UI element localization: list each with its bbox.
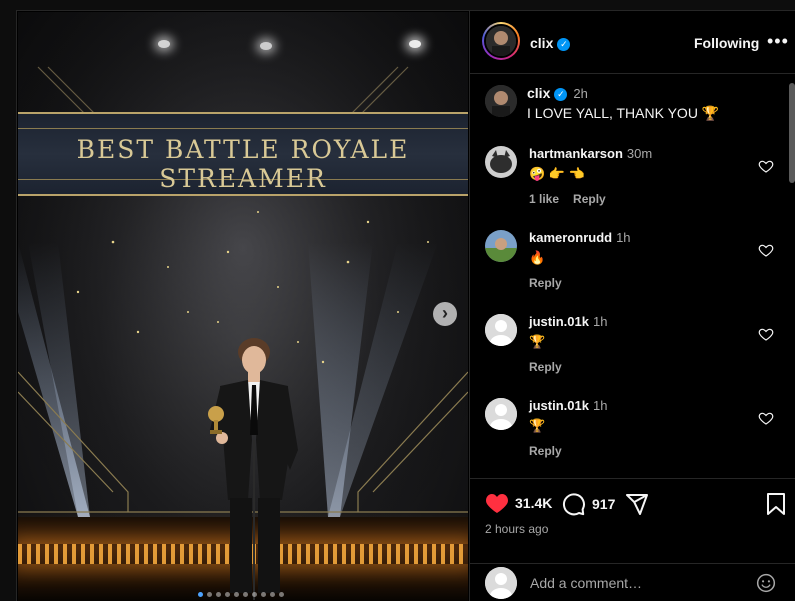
next-slide-button[interactable]: › <box>433 302 457 326</box>
commenter-username[interactable]: hartmankarson <box>529 146 623 161</box>
verified-badge-icon: ✓ <box>554 87 568 101</box>
caption-username[interactable]: clix <box>527 85 550 101</box>
carousel-dot <box>252 592 257 597</box>
carousel-dot <box>207 592 212 597</box>
add-comment-bar: Add a comment… <box>470 563 795 601</box>
comment-like-icon[interactable] <box>758 410 774 426</box>
caption-time: 2h <box>573 86 588 101</box>
carousel-indicators <box>198 592 284 597</box>
comment-time: 1h <box>592 398 608 413</box>
comments-scrollbar[interactable] <box>789 83 795 183</box>
post-media[interactable]: BEST BATTLE ROYALE STREAMER › <box>18 12 468 601</box>
commenter-username[interactable]: justin.01k <box>529 314 589 329</box>
award-winner-figure <box>208 338 298 600</box>
comment-actions: Reply <box>529 444 576 458</box>
post-dialog: BEST BATTLE ROYALE STREAMER › clix ✓ Fol… <box>16 10 795 601</box>
commenter-avatar[interactable] <box>485 314 517 346</box>
bookmark-icon[interactable] <box>766 492 786 516</box>
comment-like-icon[interactable] <box>758 326 774 342</box>
emoji-picker-icon[interactable] <box>756 573 776 593</box>
like-action[interactable]: 31.4K <box>485 492 552 514</box>
verified-badge-icon: ✓ <box>557 37 571 51</box>
author-username[interactable]: clix <box>530 35 553 51</box>
comment-text: 🏆 <box>529 334 546 349</box>
add-comment-input[interactable]: Add a comment… <box>530 575 642 591</box>
carousel-dot <box>243 592 248 597</box>
reply-button[interactable]: Reply <box>529 276 562 290</box>
story-ring[interactable] <box>482 22 520 60</box>
comment-like-icon[interactable] <box>758 242 774 258</box>
comment-item: hartmankarson 30m 🤪 👉 👈 1 like Reply <box>470 146 785 230</box>
save-action[interactable] <box>766 492 786 516</box>
share-paper-plane-icon[interactable] <box>625 492 649 516</box>
comment-time: 1h <box>616 230 631 245</box>
post-header: clix ✓ Following ••• <box>470 11 795 74</box>
heart-filled-icon[interactable] <box>485 492 509 514</box>
comment-time: 30m <box>626 146 653 161</box>
comment-actions: Reply <box>529 276 576 290</box>
commenter-username-row: justin.01k 1h <box>529 398 607 413</box>
reply-button[interactable]: Reply <box>529 360 562 374</box>
carousel-dot <box>225 592 230 597</box>
comment-text: 🏆 <box>529 418 546 433</box>
award-banner-text: BEST BATTLE ROYALE STREAMER <box>76 135 410 193</box>
commenter-username[interactable]: justin.01k <box>529 398 589 413</box>
caption-author-avatar[interactable] <box>485 85 517 117</box>
commenter-username-row: kameronrudd 1h <box>529 230 631 245</box>
following-button[interactable]: Following <box>694 35 759 51</box>
commenter-avatar[interactable] <box>485 398 517 430</box>
commenter-username[interactable]: kameronrudd <box>529 230 612 245</box>
comment-time: 1h <box>592 314 608 329</box>
carousel-dot <box>234 592 239 597</box>
carousel-dot <box>198 592 203 597</box>
comment-action[interactable]: 917 <box>562 492 615 516</box>
comment-like-count[interactable]: 1 like <box>529 192 559 206</box>
commenter-username-row: justin.01k 1h <box>529 314 607 329</box>
like-count[interactable]: 31.4K <box>515 495 552 511</box>
comment-item: kameronrudd 1h 🔥 Reply <box>470 230 785 314</box>
comment-like-icon[interactable] <box>758 158 774 174</box>
carousel-dot <box>279 592 284 597</box>
comment-item: justin.01k 1h 🏆 Reply <box>470 314 785 398</box>
comment-text: 🤪 👉 👈 <box>529 166 585 181</box>
caption-username-row: clix ✓ 2h <box>527 85 588 101</box>
more-options-icon[interactable]: ••• <box>767 31 789 52</box>
reply-button[interactable]: Reply <box>529 444 562 458</box>
comment-actions: 1 like Reply <box>529 192 620 206</box>
reply-button[interactable]: Reply <box>573 192 606 206</box>
share-action[interactable] <box>625 492 649 516</box>
carousel-dot <box>261 592 266 597</box>
posted-time: 2 hours ago <box>485 522 549 536</box>
author-avatar[interactable] <box>484 24 518 58</box>
comment-item: justin.01k 1h 🏆 Reply <box>470 398 785 482</box>
commenter-avatar[interactable] <box>485 146 517 178</box>
commenter-avatar[interactable] <box>485 230 517 262</box>
post-side-panel: clix ✓ Following ••• clix ✓ 2h I LOVE YALL,… <box>469 11 795 601</box>
comment-text: 🔥 <box>529 250 546 265</box>
comment-bubble-icon[interactable] <box>562 492 586 516</box>
carousel-dot <box>216 592 221 597</box>
commenter-username-row: hartmankarson 30m <box>529 146 652 161</box>
author-username-row[interactable]: clix ✓ <box>530 35 571 51</box>
carousel-dot <box>270 592 275 597</box>
comment-count: 917 <box>592 496 616 512</box>
comment-actions: Reply <box>529 360 576 374</box>
caption-text: I LOVE YALL, THANK YOU 🏆 <box>527 105 720 121</box>
current-user-avatar <box>485 567 517 599</box>
